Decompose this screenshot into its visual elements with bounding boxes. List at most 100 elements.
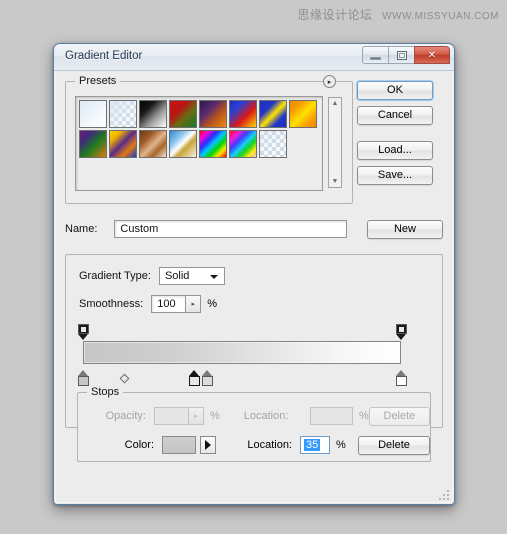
opacity-input (153, 407, 188, 425)
gradient-strip-editor[interactable] (77, 324, 431, 386)
preset-swatch-fill (80, 101, 106, 127)
opacity-stop-marker[interactable] (395, 324, 407, 340)
opacity-location-unit: % (359, 410, 369, 422)
presets-list[interactable] (75, 96, 323, 191)
scroll-down-icon[interactable]: ▼ (332, 176, 339, 187)
preset-swatch-fill (80, 131, 106, 157)
dialog-body: Presets ▸ ▲ ▼ OK Cancel Load... Save... … (54, 71, 454, 462)
gradient-preview-bar[interactable] (83, 341, 401, 364)
scroll-up-icon[interactable]: ▲ (332, 98, 339, 109)
opacity-label: Opacity: (105, 410, 146, 422)
color-stop-box (201, 376, 213, 386)
preset-swatch[interactable] (199, 100, 227, 128)
color-stop-marker[interactable] (188, 370, 200, 386)
window-titlebar[interactable]: Gradient Editor ✕ (54, 44, 454, 71)
color-stop-marker[interactable] (395, 370, 407, 386)
smoothness-stepper[interactable]: 100 ▸ (151, 295, 202, 313)
ok-button[interactable]: OK (357, 81, 433, 100)
opacity-stop-tip (78, 334, 88, 340)
preset-swatch[interactable] (79, 100, 107, 128)
presets-menu-button[interactable]: ▸ (323, 75, 336, 88)
triangle-right-icon (205, 440, 211, 450)
preset-swatch-fill (110, 101, 136, 127)
opacity-stop-marker[interactable] (77, 324, 89, 340)
presets-scrollbar[interactable]: ▲ ▼ (328, 97, 342, 188)
gradient-type-label: Gradient Type: (79, 270, 151, 282)
preset-menu-arrow-icon: ▸ (327, 78, 332, 86)
name-label: Name: (65, 223, 98, 235)
minimize-icon (370, 57, 381, 60)
preset-swatch[interactable] (229, 100, 257, 128)
preset-swatch-fill (110, 131, 136, 157)
smoothness-row: Smoothness: 100 ▸ % (66, 286, 442, 314)
cancel-button[interactable]: Cancel (357, 106, 433, 125)
name-row: Name: Custom New (65, 219, 443, 239)
stops-group: Stops Opacity: ▸ % Location: % Delete Co… (77, 386, 431, 462)
color-stop-box (188, 376, 200, 386)
preset-swatch-grid (76, 97, 322, 159)
smoothness-spin-button[interactable]: ▸ (185, 295, 202, 313)
smoothness-input[interactable]: 100 (151, 295, 186, 313)
maximize-button[interactable] (388, 46, 415, 64)
color-location-input[interactable]: 35 (300, 436, 330, 454)
preset-swatch[interactable] (289, 100, 317, 128)
preset-swatch-fill (140, 131, 166, 157)
preset-swatch[interactable] (169, 130, 197, 158)
preset-swatch-fill (140, 101, 166, 127)
gradient-editor-window: Gradient Editor ✕ Presets ▸ ▲ ▼ OK Cance… (53, 43, 455, 505)
opacity-stop-row: Opacity: ▸ % Location: % Delete (78, 406, 430, 426)
preset-swatch[interactable] (259, 100, 287, 128)
color-stop-marker[interactable] (201, 370, 213, 386)
window-title: Gradient Editor (65, 50, 143, 62)
opacity-location-label: Location: (243, 410, 289, 422)
resize-grip-icon[interactable] (439, 490, 449, 500)
new-button[interactable]: New (367, 219, 443, 239)
stops-legend: Stops (87, 386, 124, 398)
opacity-stop-tip (396, 334, 406, 340)
opacity-location-input (310, 407, 354, 425)
preset-swatch[interactable] (169, 100, 197, 128)
color-stop-marker[interactable] (77, 370, 89, 386)
name-input[interactable]: Custom (114, 220, 348, 238)
presets-group: Presets ▸ ▲ ▼ (65, 75, 353, 204)
preset-swatch[interactable] (259, 130, 287, 158)
maximize-icon (396, 50, 407, 60)
preset-swatch-fill (200, 131, 226, 157)
close-button[interactable]: ✕ (414, 46, 450, 64)
preset-swatch-fill (200, 101, 226, 127)
watermark: 思缘设计论坛 WWW.MISSYUAN.COM (298, 6, 499, 23)
preset-swatch[interactable] (139, 100, 167, 128)
preset-swatch[interactable] (109, 130, 137, 158)
gradient-type-row: Gradient Type: Solid (66, 255, 442, 286)
chevron-down-icon (209, 275, 218, 279)
opacity-stop-box (395, 324, 407, 334)
opacity-stepper: ▸ (153, 407, 204, 425)
preset-swatch[interactable] (79, 130, 107, 158)
color-swatch-button[interactable] (162, 436, 196, 454)
preset-swatch[interactable] (229, 130, 257, 158)
color-stop-box (77, 376, 89, 386)
gradient-settings-group: Gradient Type: Solid Smoothness: 100 ▸ % (65, 254, 443, 462)
opacity-unit: % (209, 410, 220, 422)
close-icon: ✕ (427, 49, 437, 61)
preset-swatch-fill (170, 101, 196, 127)
load-button[interactable]: Load... (357, 141, 433, 160)
color-stop-row: Color: Location: 35 % Delete (78, 435, 430, 455)
preset-swatch-fill (170, 131, 196, 157)
preset-swatch-fill (260, 131, 286, 157)
preset-swatch[interactable] (109, 100, 137, 128)
preset-swatch[interactable] (199, 130, 227, 158)
opacity-spin-button: ▸ (187, 407, 204, 425)
color-delete-button[interactable]: Delete (358, 435, 430, 455)
smoothness-label: Smoothness: (79, 298, 144, 310)
dialog-actions: OK Cancel Load... Save... (357, 81, 443, 191)
preset-swatch-fill (260, 101, 286, 127)
gradient-type-select[interactable]: Solid (158, 267, 225, 285)
gradient-midpoint-marker[interactable] (119, 373, 130, 384)
save-button[interactable]: Save... (357, 166, 433, 185)
color-stop-box (395, 376, 407, 386)
preset-swatch[interactable] (139, 130, 167, 158)
smoothness-unit: % (207, 298, 217, 310)
color-swatch-menu-button[interactable] (200, 436, 216, 454)
minimize-button[interactable] (362, 46, 389, 64)
